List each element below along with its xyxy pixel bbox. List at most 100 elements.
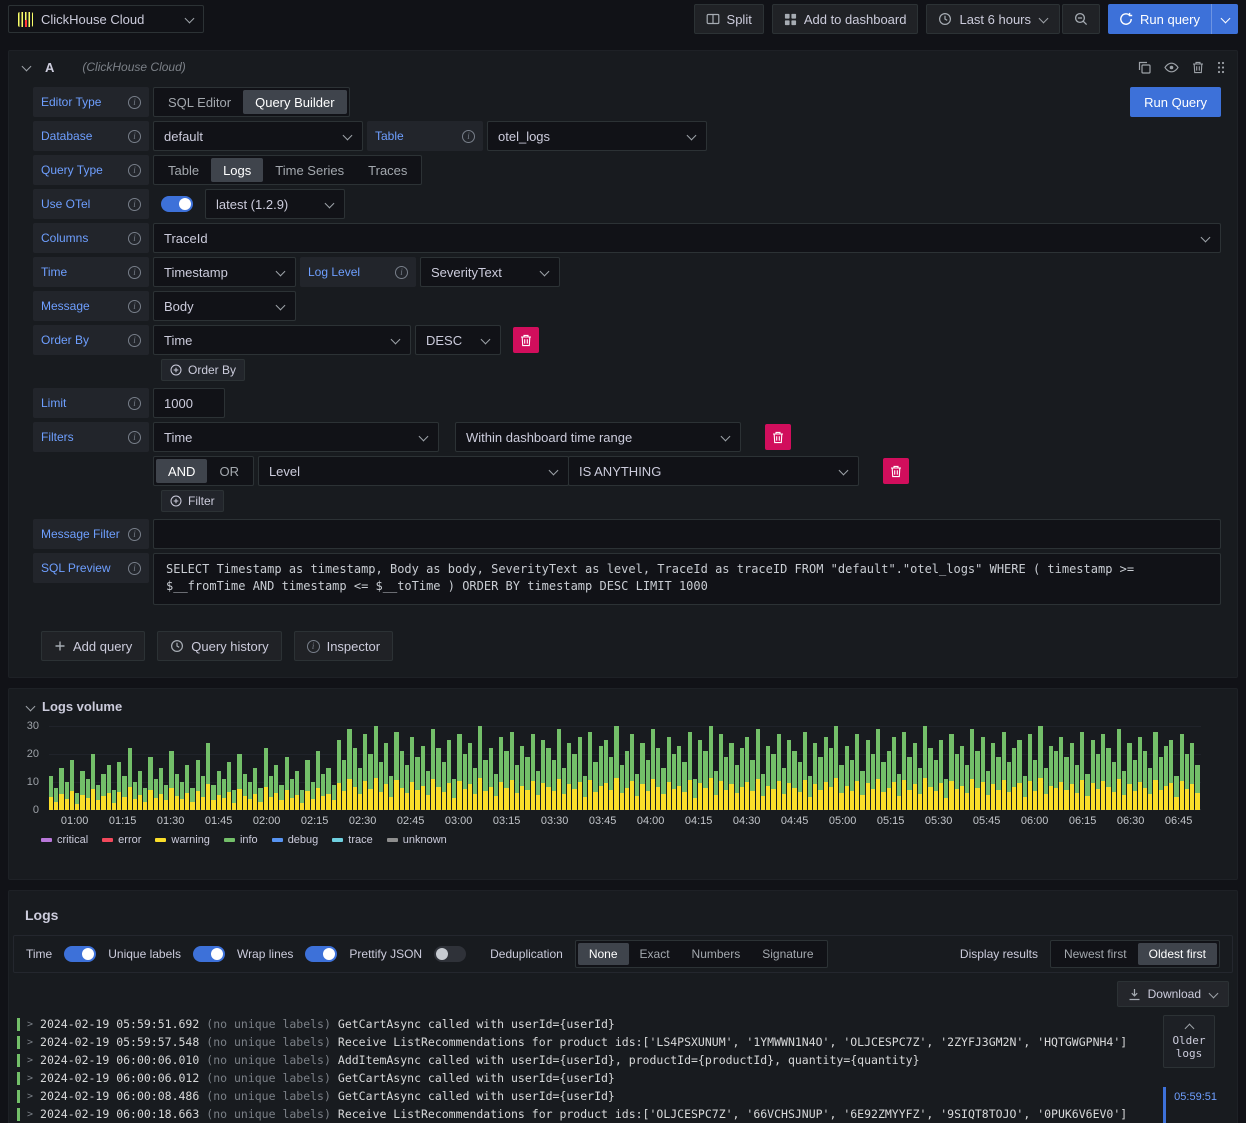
table-select[interactable]: otel_logs [487, 121, 707, 151]
oldest-first-option[interactable]: Oldest first [1137, 943, 1217, 965]
inspector-button[interactable]: Inspector [293, 631, 394, 661]
split-button[interactable]: Split [693, 4, 764, 34]
limit-input[interactable] [153, 388, 225, 418]
expand-log-arrow-icon[interactable]: > [27, 1055, 33, 1066]
expand-log-arrow-icon[interactable]: > [27, 1073, 33, 1084]
columns-multiselect[interactable]: TraceId [153, 223, 1221, 253]
log-row[interactable]: >2024-02-19 05:59:57.548 (no unique label… [13, 1033, 1233, 1051]
duplicate-query-icon[interactable] [1138, 61, 1151, 74]
otel-version-select[interactable]: latest (1.2.9) [205, 189, 345, 219]
legend-item[interactable]: critical [41, 834, 88, 846]
volume-bar [420, 745, 425, 810]
datasource-picker[interactable]: ClickHouse Cloud [8, 5, 204, 33]
filter-condition-op-select[interactable]: IS ANYTHING [567, 456, 859, 486]
download-row: Download [13, 973, 1233, 1013]
delete-filter-button[interactable] [765, 424, 791, 450]
dedup-numbers[interactable]: Numbers [681, 943, 752, 965]
prettify-json-toggle[interactable] [434, 946, 467, 962]
info-icon[interactable] [128, 129, 141, 143]
expand-log-arrow-icon[interactable]: > [27, 1019, 33, 1030]
filter-condition-field-select[interactable]: Level [257, 456, 569, 486]
log-navigation-timestamp[interactable]: 05:59:51 [1163, 1087, 1219, 1123]
add-order-by-button[interactable]: Order By [161, 359, 246, 381]
query-type-table[interactable]: Table [156, 158, 211, 182]
time-toggle[interactable] [64, 946, 97, 962]
query-type-row: Query Type Table Logs Time Series Traces [33, 155, 1221, 185]
legend-item[interactable]: warning [155, 834, 210, 846]
add-to-dashboard-button[interactable]: Add to dashboard [771, 4, 919, 34]
info-icon[interactable] [128, 265, 141, 279]
legend-item[interactable]: debug [271, 834, 318, 846]
expand-log-arrow-icon[interactable]: > [27, 1037, 33, 1048]
order-by-direction-select[interactable]: DESC [415, 325, 501, 355]
info-icon[interactable] [128, 561, 141, 575]
query-builder-option[interactable]: Query Builder [243, 90, 347, 114]
order-by-field-select[interactable]: Time [153, 325, 411, 355]
legend-item[interactable]: error [102, 834, 141, 846]
log-row[interactable]: >2024-02-19 06:00:06.012 (no unique label… [13, 1069, 1233, 1087]
info-icon[interactable] [128, 333, 141, 347]
filter-operator-select[interactable]: Within dashboard time range [455, 422, 741, 452]
delete-orderby-button[interactable] [513, 327, 539, 353]
expand-log-arrow-icon[interactable]: > [27, 1109, 33, 1120]
filter-field-select[interactable]: Time [153, 422, 439, 452]
query-type-time-series[interactable]: Time Series [263, 158, 356, 182]
unique-labels-toggle[interactable] [192, 946, 225, 962]
wrap-lines-toggle[interactable] [305, 946, 338, 962]
volume-bar [174, 773, 179, 810]
info-icon[interactable] [128, 197, 141, 211]
time-range-picker[interactable]: Last 6 hours [926, 4, 1061, 34]
dedup-exact[interactable]: Exact [629, 943, 681, 965]
drag-grip-icon[interactable] [1217, 61, 1225, 74]
info-icon[interactable] [128, 430, 141, 444]
info-icon[interactable] [395, 265, 408, 279]
query-type-traces[interactable]: Traces [356, 158, 419, 182]
time-column-select[interactable]: Timestamp [153, 257, 296, 287]
query-type-logs[interactable]: Logs [211, 158, 264, 182]
and-option[interactable]: AND [156, 459, 208, 483]
info-icon[interactable] [128, 163, 141, 177]
delete-query-trash-icon[interactable] [1192, 61, 1204, 74]
log-row[interactable]: >2024-02-19 05:59:51.692 (no unique label… [13, 1015, 1233, 1033]
use-otel-toggle[interactable] [161, 196, 193, 212]
log-row[interactable]: >2024-02-19 06:00:18.663 (no unique label… [13, 1105, 1233, 1123]
log-row[interactable]: >2024-02-19 06:00:08.486 (no unique label… [13, 1087, 1233, 1105]
message-filter-input[interactable] [153, 519, 1221, 549]
volume-bar [378, 762, 383, 810]
info-icon[interactable] [128, 231, 141, 245]
volume-bar [1179, 734, 1184, 810]
log-row[interactable]: >2024-02-19 06:00:06.010 (no unique label… [13, 1051, 1233, 1069]
or-option[interactable]: OR [207, 459, 251, 483]
zoom-out-button[interactable] [1062, 4, 1101, 34]
add-filter-button[interactable]: Filter [161, 490, 224, 512]
info-icon[interactable] [128, 527, 141, 541]
delete-filter-condition-button[interactable] [882, 458, 909, 484]
dedup-none[interactable]: None [577, 943, 629, 965]
query-history-button[interactable]: Query history [157, 631, 282, 661]
info-icon[interactable] [128, 95, 141, 109]
volume-bar [441, 762, 446, 810]
run-query-button[interactable]: Run query [1108, 4, 1238, 34]
info-icon[interactable] [462, 129, 475, 143]
download-button[interactable]: Download [1116, 981, 1229, 1007]
info-icon[interactable] [128, 299, 141, 313]
sql-editor-option[interactable]: SQL Editor [156, 90, 243, 114]
dedup-signature[interactable]: Signature [751, 943, 824, 965]
legend-item[interactable]: trace [332, 834, 373, 846]
message-column-select[interactable]: Body [153, 291, 296, 321]
older-logs-button[interactable]: Older logs [1163, 1015, 1215, 1068]
collapse-chevron-icon[interactable] [21, 62, 31, 72]
legend-item[interactable]: unknown [386, 834, 447, 846]
hide-query-eye-icon[interactable] [1164, 62, 1179, 73]
info-icon[interactable] [128, 396, 141, 410]
database-select[interactable]: default [153, 121, 363, 151]
log-level-column-select[interactable]: SeverityText [420, 257, 560, 287]
add-query-button[interactable]: Add query [41, 631, 146, 661]
run-query-panel-button[interactable]: Run Query [1130, 87, 1221, 117]
run-query-caret[interactable] [1211, 4, 1238, 34]
time-label: Time [33, 257, 149, 287]
expand-log-arrow-icon[interactable]: > [27, 1091, 33, 1102]
collapse-chevron-icon[interactable] [25, 702, 35, 712]
legend-item[interactable]: info [223, 834, 258, 846]
newest-first-option[interactable]: Newest first [1053, 943, 1138, 965]
